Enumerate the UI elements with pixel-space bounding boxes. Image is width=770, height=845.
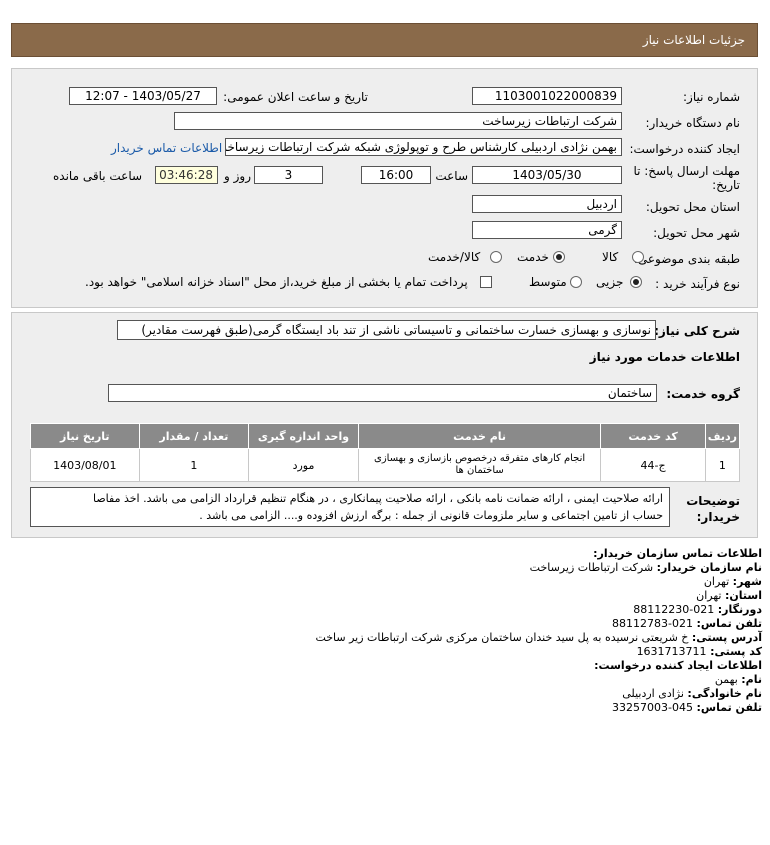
col-quantity: تعداد / مقدار	[138, 423, 250, 449]
buyer-notes-box: ارائه صلاحیت ایمنی ، ارائه ضمانت نامه با…	[30, 487, 670, 527]
buyer-org-field[interactable]: شرکت ارتباطات زیرساخت	[174, 112, 622, 130]
description-field[interactable]: نوسازی و بهسازی خسارت ساختمانی و تاسیسات…	[117, 320, 656, 340]
deadline-date-field[interactable]: 1403/05/30	[472, 166, 622, 184]
creator-name-label: نام:	[741, 673, 762, 686]
contact-org-label: نام سازمان خریدار:	[656, 561, 762, 574]
process-radio-medium[interactable]	[570, 276, 582, 288]
contact-address: خ شریعتی نرسیده به پل سید خندان ساختمان …	[315, 631, 689, 644]
contact-phone-label: تلفن تماس:	[696, 617, 762, 630]
page-header: جزئیات اطلاعات نیاز	[11, 23, 758, 57]
col-date: تاریخ نیاز	[30, 423, 140, 449]
col-row: ردیف	[704, 423, 741, 449]
need-number-field[interactable]: 1103001022000839	[472, 87, 622, 105]
page-title: جزئیات اطلاعات نیاز	[642, 33, 745, 47]
buyer-notes-line-1: ارائه صلاحیت ایمنی ، ارائه ضمانت نامه با…	[92, 492, 663, 505]
category-option-goods: کالا	[602, 250, 619, 264]
description-label: شرح کلی نیاز:	[654, 324, 740, 338]
service-group-field[interactable]: ساختمان	[108, 384, 657, 402]
announce-label: تاریخ و ساعت اعلان عمومی:	[223, 90, 368, 104]
contact-province: تهران	[696, 589, 722, 602]
process-option-medium: متوسط	[529, 275, 567, 289]
contact-address-label: آدرس پستی:	[691, 631, 762, 644]
buyer-notes-line-2: حساب از تامین اجتماعی و سایر ملزومات قان…	[199, 509, 663, 522]
cell-name: انجام کارهای متفرقه درخصوص بازسازی و بهس…	[357, 448, 602, 482]
buyer-notes-label: توضیحات	[686, 494, 740, 508]
contact-city: تهران	[703, 575, 730, 588]
category-option-service: خدمت	[517, 250, 549, 264]
contact-city-label: شهر:	[732, 575, 762, 588]
contact-postal-label: کد پستی:	[710, 645, 762, 658]
need-number-label: شماره نیاز:	[683, 90, 740, 104]
services-table: ردیف کد خدمت نام خدمت واحد اندازه گیری ت…	[30, 423, 741, 482]
creator-field[interactable]: بهمن نژادی اردبیلی کارشناس طرح و توپولوژ…	[225, 138, 622, 156]
province-field[interactable]: اردبیل	[472, 195, 622, 213]
creator-label: ایجاد کننده درخواست:	[629, 142, 740, 156]
deadline-date-label: تاریخ:	[712, 178, 740, 192]
process-label: نوع فرآیند خرید :	[655, 277, 740, 291]
process-radio-minor[interactable]	[630, 276, 642, 288]
services-section-title: اطلاعات خدمات مورد نیاز	[589, 350, 740, 364]
creator-info-title: اطلاعات ایجاد کننده درخواست:	[594, 659, 762, 672]
creator-phone-label: تلفن تماس:	[696, 701, 762, 714]
treasury-text: پرداخت تمام یا بخشی از مبلغ خرید،از محل …	[85, 275, 468, 289]
contact-info: اطلاعات تماس سازمان خریدار: نام سازمان خ…	[315, 547, 762, 715]
cell-code: ج-44	[600, 448, 706, 482]
days-label: روز و	[224, 169, 251, 183]
days-field[interactable]: 3	[254, 166, 323, 184]
remaining-time-field: 03:46:28	[155, 166, 218, 184]
creator-phone: 045-33257003	[612, 701, 694, 714]
contact-buyer-link[interactable]: اطلاعات تماس خریدار	[111, 141, 222, 155]
col-code: کد خدمت	[600, 423, 706, 449]
deadline-time-label: ساعت	[435, 169, 468, 183]
services-table-header: ردیف کد خدمت نام خدمت واحد اندازه گیری ت…	[30, 423, 741, 449]
city-field[interactable]: گرمی	[472, 221, 622, 239]
deadline-time-field[interactable]: 16:00	[361, 166, 431, 184]
contact-title: اطلاعات تماس سازمان خریدار:	[593, 547, 762, 560]
cell-row: 1	[704, 448, 741, 482]
creator-name: بهمن	[714, 673, 738, 686]
creator-family-label: نام خانوادگی:	[687, 687, 762, 700]
table-row: 1 ج-44 انجام کارهای متفرقه درخصوص بازساز…	[30, 448, 741, 482]
process-option-minor: جزیی	[596, 275, 624, 289]
city-label: شهر محل تحویل:	[653, 226, 740, 240]
category-option-goods-service: کالا/خدمت	[428, 250, 481, 264]
contact-org: شرکت ارتباطات زیرساخت	[529, 561, 654, 574]
contact-province-label: استان:	[725, 589, 762, 602]
remaining-time-label: ساعت باقی مانده	[53, 169, 143, 183]
category-radio-service[interactable]	[553, 251, 565, 263]
deadline-label: مهلت ارسال پاسخ: تا	[633, 164, 740, 178]
buyer-org-label: نام دستگاه خریدار:	[645, 116, 741, 130]
col-unit: واحد اندازه گیری	[248, 423, 359, 449]
cell-quantity: 1	[138, 448, 250, 482]
contact-fax: 021-88112230	[633, 603, 715, 616]
service-group-label: گروه خدمت:	[666, 387, 740, 401]
province-label: استان محل تحویل:	[645, 200, 740, 214]
cell-date: 1403/08/01	[30, 448, 140, 482]
category-label: طبقه بندی موضوعی:	[633, 252, 740, 266]
buyer-notes-label-2: خریدار:	[696, 510, 740, 524]
contact-postal: 1631713711	[636, 645, 707, 658]
col-name: نام خدمت	[357, 423, 602, 449]
creator-family: نژادی اردبیلی	[622, 687, 684, 700]
announce-field[interactable]: 1403/05/27 - 12:07	[69, 87, 217, 105]
cell-unit: مورد	[248, 448, 359, 482]
contact-fax-label: دورنگار:	[717, 603, 762, 616]
category-radio-goods[interactable]	[632, 251, 644, 263]
treasury-checkbox[interactable]	[480, 276, 492, 288]
contact-phone: 021-88112783	[612, 617, 694, 630]
category-radio-goods-service[interactable]	[490, 251, 502, 263]
